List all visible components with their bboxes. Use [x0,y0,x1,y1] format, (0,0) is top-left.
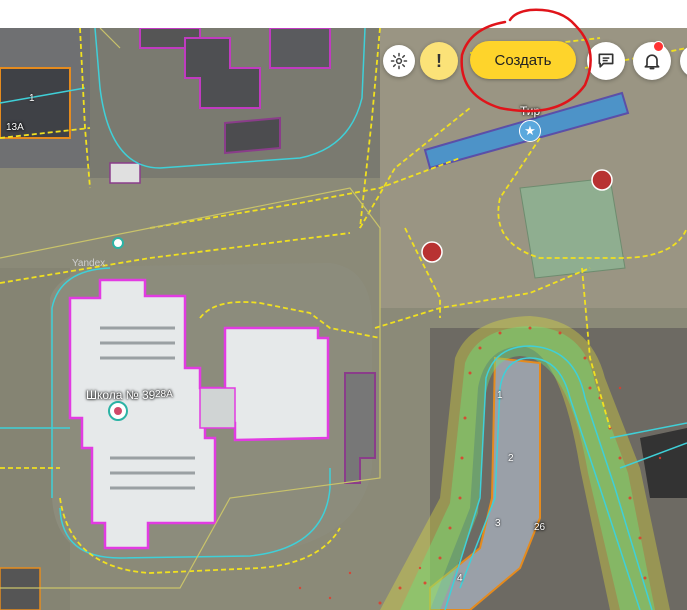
exclamation-icon: ! [436,50,442,71]
entrance-3: 3 [495,518,501,529]
notification-badge [653,41,664,52]
map-watermark: Yandex [72,258,106,269]
house-13a-label: 13А [6,122,24,133]
school-house-number: 28А [155,389,173,400]
map-layer [0,28,687,610]
feedback-button[interactable] [587,42,625,80]
alert-button[interactable]: ! [420,42,458,80]
house-number-top: 1 [29,93,35,104]
entrance-4: 4 [457,573,463,584]
house-26-label: 26 [534,522,546,533]
settings-button[interactable] [383,45,415,77]
school-label: Школа № 39 [86,388,156,402]
bell-icon [644,54,660,70]
entrance-2: 2 [508,453,514,464]
chat-icon [598,53,614,68]
map-canvas[interactable]: ★ Тир Школа № 39 28А 13А 26 1 1 2 3 4 Ya… [0,28,687,610]
entrance-1: 1 [497,390,503,401]
notifications-button[interactable] [633,41,671,80]
gear-icon [390,52,408,70]
shooting-range-label: Тир [520,104,541,118]
star-icon[interactable]: ★ [519,120,541,142]
create-button[interactable]: Создать [470,41,576,79]
